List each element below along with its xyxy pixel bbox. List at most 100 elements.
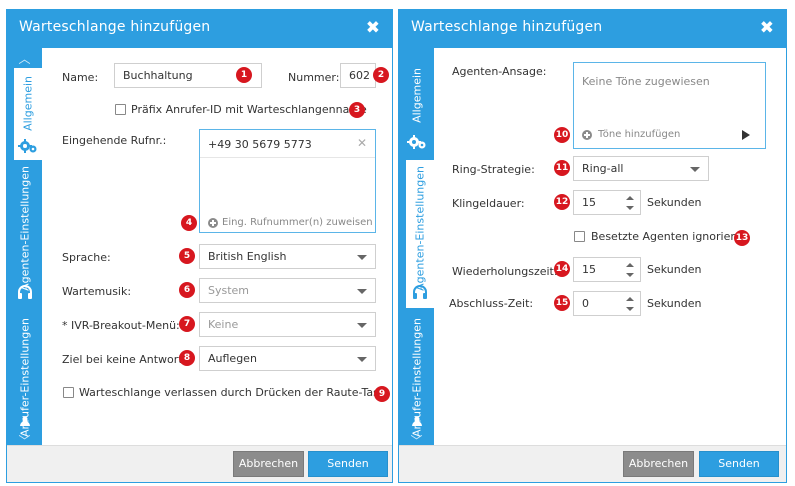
send-button[interactable]: Senden: [699, 451, 779, 477]
tab-caller-settings[interactable]: Anrufer-Einstellungen: [399, 316, 434, 437]
person-icon: [19, 416, 30, 426]
name-label: Name:: [62, 71, 99, 84]
wrapup-time-label: Abschluss-Zeit:: [449, 297, 534, 310]
prefix-caller-id-checkbox[interactable]: [115, 104, 126, 115]
callout-badge: 7: [179, 316, 195, 332]
ivr-breakout-label: * IVR-Breakout-Menü:: [62, 319, 180, 332]
ivr-breakout-value: Keine: [208, 318, 239, 331]
ring-strategy-select[interactable]: Ring-all: [573, 156, 709, 181]
send-button[interactable]: Senden: [308, 451, 388, 477]
leave-queue-hash-checkbox[interactable]: [63, 387, 74, 398]
prefix-caller-id-label: Präfix Anrufer-ID mit Warteschlangenname: [131, 103, 367, 116]
callout-badge: 10: [554, 127, 570, 143]
add-tones-link[interactable]: Töne hinzufügen: [598, 129, 680, 140]
callout-badge: 5: [179, 248, 195, 264]
chevron-down-icon: [357, 357, 367, 362]
callout-badge: 6: [179, 282, 195, 298]
ignore-busy-agents-label: Besetzte Agenten ignorieren: [591, 230, 749, 243]
tab-general-label: Allgemein: [21, 76, 35, 131]
callout-badge: 3: [349, 102, 365, 118]
tab-caller-settings[interactable]: Anrufer-Einstellungen: [7, 316, 42, 437]
scroll-up-icon[interactable]: ︿: [7, 50, 42, 67]
retry-time-label: Wiederholungszeit:: [452, 265, 558, 278]
leave-queue-hash-label: Warteschlange verlassen durch Drücken de…: [79, 386, 393, 399]
headset-icon: [17, 285, 32, 299]
callout-badge: 11: [554, 160, 570, 176]
ring-duration-value: 15: [582, 196, 596, 209]
incoming-numbers-box: +49 30 5679 5773 ✕ Eing. Rufnummer(n) zu…: [199, 129, 376, 233]
callout-badge: 9: [374, 386, 390, 402]
ring-duration-unit: Sekunden: [647, 196, 702, 209]
tab-general-label: Allgemein: [410, 68, 423, 123]
wrapup-time-stepper[interactable]: 0: [573, 291, 641, 316]
ring-strategy-value: Ring-all: [582, 162, 624, 175]
plus-circle-icon[interactable]: [582, 130, 592, 140]
retry-time-stepper[interactable]: 15: [573, 257, 641, 282]
wrapup-time-value: 0: [582, 297, 589, 310]
callout-badge: 15: [554, 295, 570, 311]
callout-badge: 8: [179, 350, 195, 366]
stepper-arrows-icon[interactable]: [626, 261, 636, 279]
retry-time-unit: Sekunden: [647, 263, 702, 276]
sidebar-tabs: Allgemein Agenten-Einstellungen Anrufer-…: [399, 48, 434, 448]
close-icon[interactable]: ✖: [366, 18, 380, 38]
language-select[interactable]: British English: [199, 244, 376, 269]
stepper-arrows-icon[interactable]: [626, 194, 636, 212]
dialog-footer: Abbrechen Senden: [7, 445, 392, 482]
ivr-breakout-select[interactable]: Keine: [199, 312, 376, 337]
incoming-numbers-label: Eingehende Rufnr.:: [62, 134, 167, 147]
chevron-down-icon: [357, 289, 367, 294]
incoming-number-value: +49 30 5679 5773: [208, 138, 312, 151]
stepper-arrows-icon[interactable]: [626, 295, 636, 313]
hold-music-select[interactable]: System: [199, 278, 376, 303]
callout-badge: 13: [734, 230, 750, 246]
callout-badge: 2: [373, 67, 389, 83]
headset-icon: [413, 285, 427, 299]
callout-badge: 12: [554, 194, 570, 210]
gears-icon: [406, 135, 425, 149]
cancel-button[interactable]: Abbrechen: [233, 451, 304, 477]
tab-agent-settings-label: Agenten-Einstellungen: [18, 166, 31, 291]
tab-general[interactable]: Allgemein: [399, 62, 434, 154]
dialog-titlebar: Warteschlange hinzufügen ✖: [7, 10, 392, 48]
cancel-button[interactable]: Abbrechen: [623, 451, 694, 477]
ring-duration-stepper[interactable]: 15: [573, 190, 641, 215]
chevron-down-icon: [357, 323, 367, 328]
agent-announcement-box: Keine Töne zugewiesen Töne hinzufügen: [573, 62, 766, 149]
tab-general[interactable]: Allgemein: [14, 68, 42, 160]
dialog-title: Warteschlange hinzufügen: [411, 19, 603, 35]
ring-duration-label: Klingeldauer:: [452, 197, 525, 210]
callout-badge: 4: [181, 215, 197, 231]
play-icon[interactable]: [742, 130, 750, 140]
agent-announcement-label: Agenten-Ansage:: [452, 65, 547, 78]
tab-agent-settings[interactable]: Agenten-Einstellungen: [406, 160, 434, 308]
gears-icon: [18, 139, 37, 153]
ring-strategy-label: Ring-Strategie:: [452, 163, 535, 176]
chevron-down-icon: [690, 167, 700, 172]
plus-circle-icon[interactable]: [208, 218, 218, 228]
close-icon[interactable]: ✖: [760, 18, 774, 38]
person-icon: [411, 416, 422, 426]
no-answer-target-value: Auflegen: [208, 352, 257, 365]
chevron-down-icon: [357, 255, 367, 260]
number-input[interactable]: 602: [340, 63, 376, 88]
wrapup-time-unit: Sekunden: [647, 297, 702, 310]
ignore-busy-agents-checkbox[interactable]: [574, 231, 585, 242]
tab-agent-settings-label: Agenten-Einstellungen: [413, 166, 427, 291]
add-queue-dialog-general: Warteschlange hinzufügen ✖ ︿ Allgemein A…: [6, 9, 393, 483]
add-queue-dialog-agent-settings: Warteschlange hinzufügen ✖ Allgemein Age…: [398, 9, 787, 483]
no-answer-target-select[interactable]: Auflegen: [199, 346, 376, 371]
language-value: British English: [208, 250, 287, 263]
language-label: Sprache:: [62, 251, 111, 264]
tab-agent-settings[interactable]: Agenten-Einstellungen: [7, 164, 42, 304]
no-tones-text: Keine Töne zugewiesen: [582, 75, 710, 88]
sidebar-tabs: ︿ Allgemein Agenten-Einstellungen Anrufe…: [7, 48, 42, 448]
remove-icon[interactable]: ✕: [357, 136, 367, 150]
dialog-title: Warteschlange hinzufügen: [19, 19, 211, 35]
dialog-titlebar: Warteschlange hinzufügen ✖: [399, 10, 786, 48]
hold-music-value: System: [208, 284, 250, 297]
assign-numbers-link[interactable]: Eing. Rufnummer(n) zuweisen: [222, 217, 373, 228]
callout-badge: 14: [554, 261, 570, 277]
callout-badge: 1: [236, 67, 252, 83]
incoming-number-item: +49 30 5679 5773 ✕: [200, 130, 375, 158]
